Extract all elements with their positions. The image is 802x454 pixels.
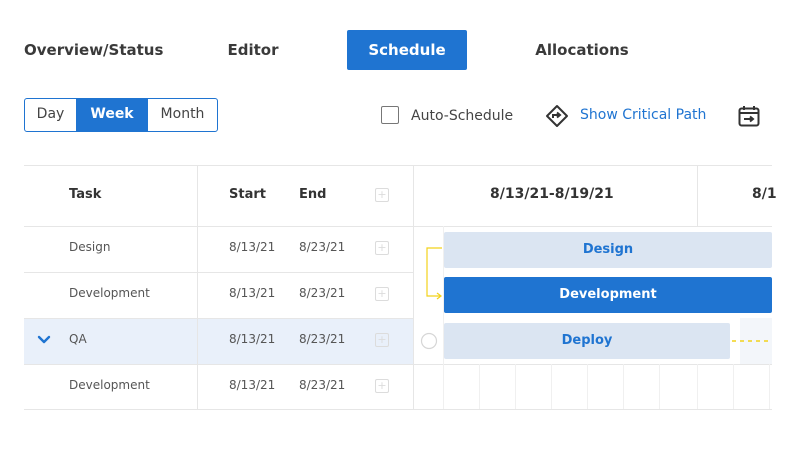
day-line [515,364,516,409]
header-task[interactable]: Task [69,187,101,202]
show-critical-path-link[interactable]: Show Critical Path [580,107,706,123]
grid-line [24,165,772,166]
gantt-bar-deploy[interactable]: Deploy [444,323,730,359]
day-line [551,364,552,409]
dependency-dashed-line [732,340,772,342]
gantt-bar-development[interactable]: Development [444,277,772,313]
day-line [697,364,698,409]
column-divider [413,165,414,409]
day-line [769,364,770,409]
auto-schedule-label[interactable]: Auto-Schedule [411,108,513,124]
tab-schedule[interactable]: Schedule [347,30,467,70]
task-end[interactable]: 8/23/21 [299,286,345,300]
row-add-icon[interactable]: + [375,287,389,301]
task-start[interactable]: 8/13/21 [229,240,275,254]
critical-path-icon[interactable] [545,104,569,128]
tab-overview-status[interactable]: Overview/Status [24,30,164,70]
task-name[interactable]: Development [69,378,150,392]
grid-line [24,226,772,227]
row-add-icon[interactable]: + [375,333,389,347]
tab-allocations[interactable]: Allocations [530,30,634,70]
day-line [659,364,660,409]
auto-schedule-checkbox[interactable] [381,106,399,124]
view-toggle: Day Week Month [24,98,218,132]
grid-line [24,409,772,410]
task-name[interactable]: Design [69,240,110,254]
column-divider [197,165,198,409]
header-end[interactable]: End [299,187,326,202]
grid-line [24,272,413,273]
header-start[interactable]: Start [229,187,266,202]
week-header-2: 8/1 [752,186,777,202]
row-add-icon[interactable]: + [375,379,389,393]
task-end[interactable]: 8/23/21 [299,240,345,254]
task-name[interactable]: QA [69,332,87,346]
tab-editor[interactable]: Editor [222,30,284,70]
week-header-1: 8/13/21-8/19/21 [490,186,614,202]
day-line [623,364,624,409]
week-divider [697,165,698,226]
day-line [479,364,480,409]
grid-line [24,318,413,319]
task-end[interactable]: 8/23/21 [299,378,345,392]
milestone-circle-icon[interactable] [420,332,438,350]
task-name[interactable]: Development [69,286,150,300]
add-column-icon[interactable]: + [375,188,389,202]
day-line [733,364,734,409]
task-start[interactable]: 8/13/21 [229,286,275,300]
calendar-icon[interactable] [737,104,761,128]
task-start[interactable]: 8/13/21 [229,332,275,346]
task-end[interactable]: 8/23/21 [299,332,345,346]
gantt-bar-design[interactable]: Design [444,232,772,268]
day-line [587,364,588,409]
view-week-button[interactable]: Week [77,99,147,131]
view-day-button[interactable]: Day [25,99,77,131]
row-add-icon[interactable]: + [375,241,389,255]
view-month-button[interactable]: Month [147,99,217,131]
chevron-down-icon[interactable] [37,335,51,345]
task-start[interactable]: 8/13/21 [229,378,275,392]
